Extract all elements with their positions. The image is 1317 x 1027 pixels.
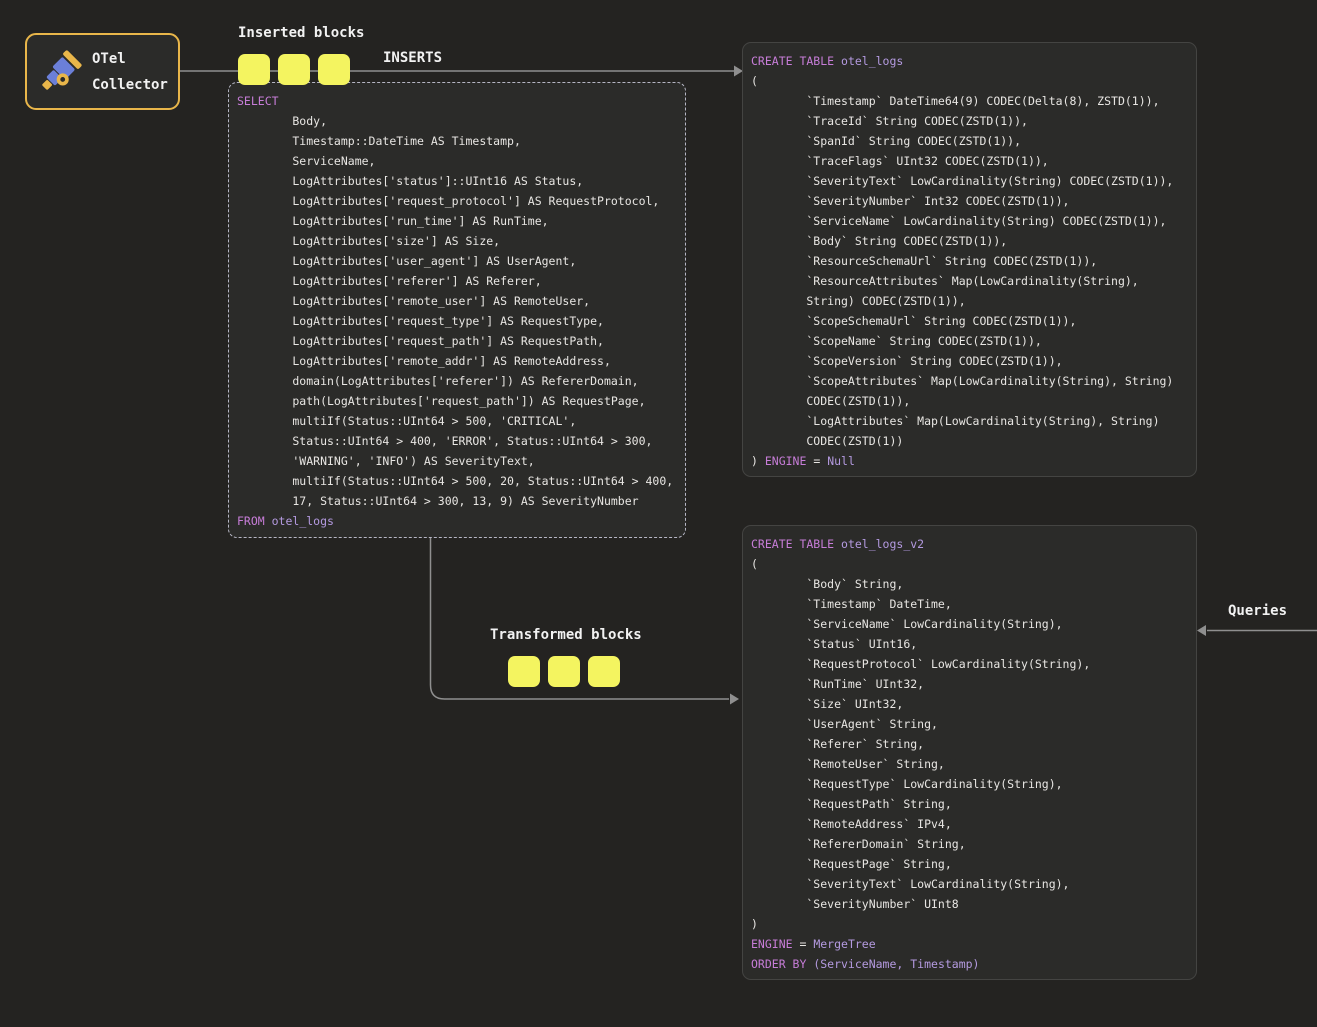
code-line: LogAttributes['request_path'] AS Request… — [237, 331, 677, 351]
otel-logs-v2-create-table-block: CREATE TABLE otel_logs_v2( `Body` String… — [742, 525, 1197, 980]
code-line: `RequestPath` String, — [751, 794, 1188, 814]
code-line: `Status` UInt16, — [751, 634, 1188, 654]
code-line: Body, — [237, 111, 677, 131]
code-line: `Referer` String, — [751, 734, 1188, 754]
code-line: FROM otel_logs — [237, 511, 677, 531]
code-line: ORDER BY (ServiceName, Timestamp) — [751, 954, 1188, 974]
code-line: path(LogAttributes['request_path']) AS R… — [237, 391, 677, 411]
code-line: Status::UInt64 > 400, 'ERROR', Status::U… — [237, 431, 677, 451]
code-line: CREATE TABLE otel_logs_v2 — [751, 534, 1188, 554]
code-line: `RemoteUser` String, — [751, 754, 1188, 774]
code-line: SELECT — [237, 91, 677, 111]
code-line: `Size` UInt32, — [751, 694, 1188, 714]
code-line: `RefererDomain` String, — [751, 834, 1188, 854]
code-line: `SpanId` String CODEC(ZSTD(1)), — [751, 131, 1188, 151]
code-line: `UserAgent` String, — [751, 714, 1188, 734]
queries-arrowhead — [1197, 625, 1206, 636]
code-line: ) — [751, 914, 1188, 934]
code-line: `ServiceName` LowCardinality(String) COD… — [751, 211, 1188, 231]
code-line: LogAttributes['referer'] AS Referer, — [237, 271, 677, 291]
code-line: ServiceName, — [237, 151, 677, 171]
code-line: LogAttributes['status']::UInt16 AS Statu… — [237, 171, 677, 191]
transformed-block — [548, 656, 580, 687]
code-line: `ResourceAttributes` Map(LowCardinality(… — [751, 271, 1188, 291]
code-line: CODEC(ZSTD(1)) — [751, 431, 1188, 451]
otel-collector-label: OTel Collector — [92, 46, 168, 98]
inserts-arrow-label: INSERTS — [383, 50, 442, 66]
code-line: `SeverityNumber` Int32 CODEC(ZSTD(1)), — [751, 191, 1188, 211]
code-line: `RemoteAddress` IPv4, — [751, 814, 1188, 834]
code-line: LogAttributes['remote_user'] AS RemoteUs… — [237, 291, 677, 311]
code-line: CREATE TABLE otel_logs — [751, 51, 1188, 71]
code-line: ) ENGINE = Null — [751, 451, 1188, 471]
diagram-canvas: OTel Collector Inserted blocks INSERTS S… — [0, 0, 1317, 1027]
code-line: LogAttributes['remote_addr'] AS RemoteAd… — [237, 351, 677, 371]
code-line: `TraceFlags` UInt32 CODEC(ZSTD(1)), — [751, 151, 1188, 171]
code-line: `LogAttributes` Map(LowCardinality(Strin… — [751, 411, 1188, 431]
telescope-icon — [37, 49, 83, 95]
select-query-block: SELECT Body, Timestamp::DateTime AS Time… — [228, 82, 686, 538]
code-line: ( — [751, 554, 1188, 574]
code-line: `Body` String, — [751, 574, 1188, 594]
code-line: `ScopeAttributes` Map(LowCardinality(Str… — [751, 371, 1188, 391]
code-line: `RequestType` LowCardinality(String), — [751, 774, 1188, 794]
code-line: `ServiceName` LowCardinality(String), — [751, 614, 1188, 634]
inserted-block — [278, 54, 310, 85]
inserted-blocks-group — [238, 54, 350, 85]
code-line: LogAttributes['request_protocol'] AS Req… — [237, 191, 677, 211]
transformed-block — [508, 656, 540, 687]
code-line: LogAttributes['user_agent'] AS UserAgent… — [237, 251, 677, 271]
transformed-blocks-group — [508, 656, 620, 687]
code-line: multiIf(Status::UInt64 > 500, 20, Status… — [237, 471, 677, 491]
code-line: `Body` String CODEC(ZSTD(1)), — [751, 231, 1188, 251]
code-line: `RunTime` UInt32, — [751, 674, 1188, 694]
otel-collector-label-line2: Collector — [92, 72, 168, 98]
code-line: `SeverityText` LowCardinality(String) CO… — [751, 171, 1188, 191]
code-line: CODEC(ZSTD(1)), — [751, 391, 1188, 411]
code-line: `RequestPage` String, — [751, 854, 1188, 874]
code-line: ENGINE = MergeTree — [751, 934, 1188, 954]
otel-logs-create-table-block: CREATE TABLE otel_logs( `Timestamp` Date… — [742, 42, 1197, 477]
queries-arrow-label: Queries — [1228, 603, 1287, 619]
code-line: Timestamp::DateTime AS Timestamp, — [237, 131, 677, 151]
code-line: `ResourceSchemaUrl` String CODEC(ZSTD(1)… — [751, 251, 1188, 271]
code-line: String) CODEC(ZSTD(1)), — [751, 291, 1188, 311]
transformed-block — [588, 656, 620, 687]
code-line: ( — [751, 71, 1188, 91]
code-line: LogAttributes['size'] AS Size, — [237, 231, 677, 251]
code-line: `ScopeSchemaUrl` String CODEC(ZSTD(1)), — [751, 311, 1188, 331]
transformed-blocks-label: Transformed blocks — [490, 627, 642, 643]
transform-arrowhead — [730, 694, 739, 705]
code-line: LogAttributes['request_type'] AS Request… — [237, 311, 677, 331]
inserted-blocks-label: Inserted blocks — [238, 25, 364, 41]
code-line: `SeverityNumber` UInt8 — [751, 894, 1188, 914]
inserted-block — [238, 54, 270, 85]
otel-collector-node: OTel Collector — [25, 33, 180, 110]
code-line: `Timestamp` DateTime, — [751, 594, 1188, 614]
code-line: 'WARNING', 'INFO') AS SeverityText, — [237, 451, 677, 471]
otel-collector-label-line1: OTel — [92, 46, 168, 72]
code-line: domain(LogAttributes['referer']) AS Refe… — [237, 371, 677, 391]
code-line: `ScopeVersion` String CODEC(ZSTD(1)), — [751, 351, 1188, 371]
code-line: multiIf(Status::UInt64 > 500, 'CRITICAL'… — [237, 411, 677, 431]
code-line: `TraceId` String CODEC(ZSTD(1)), — [751, 111, 1188, 131]
code-line: `RequestProtocol` LowCardinality(String)… — [751, 654, 1188, 674]
code-line: LogAttributes['run_time'] AS RunTime, — [237, 211, 677, 231]
code-line: 17, Status::UInt64 > 300, 13, 9) AS Seve… — [237, 491, 677, 511]
code-line: `ScopeName` String CODEC(ZSTD(1)), — [751, 331, 1188, 351]
code-line: `SeverityText` LowCardinality(String), — [751, 874, 1188, 894]
code-line: `Timestamp` DateTime64(9) CODEC(Delta(8)… — [751, 91, 1188, 111]
inserted-block — [318, 54, 350, 85]
